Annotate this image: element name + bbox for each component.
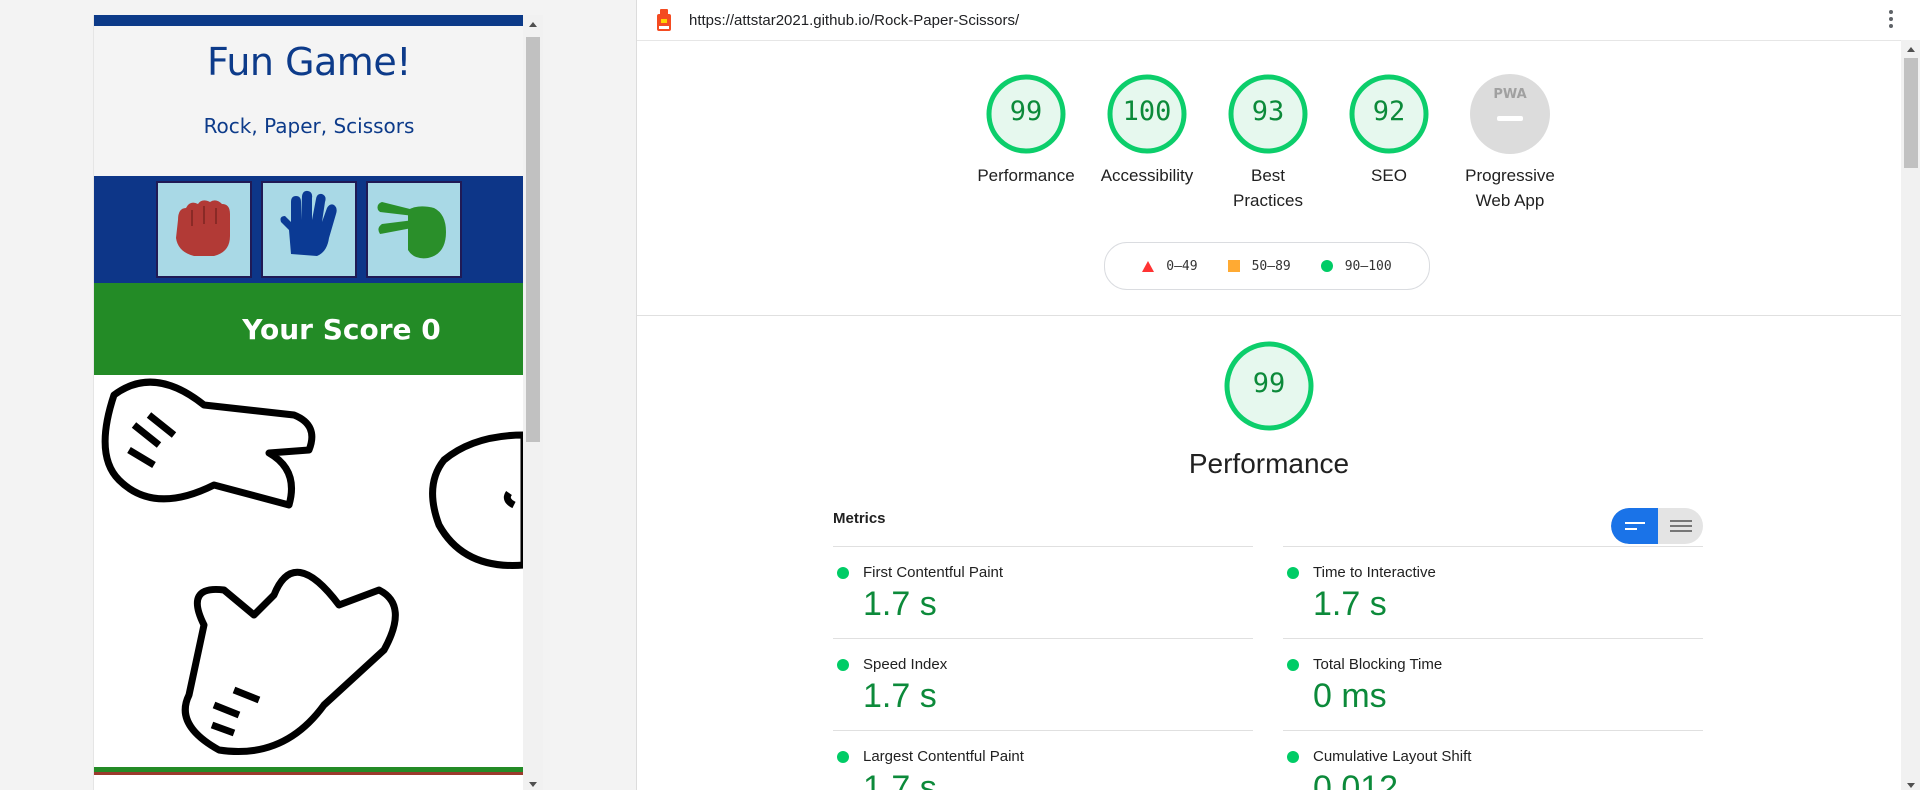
score-legend: 0–49 50–89 90–100 (1104, 242, 1430, 290)
cartoon-hands-image (101, 378, 524, 756)
metric-total-blocking-time: Total Blocking Time 0 ms (1283, 638, 1703, 729)
paper-button[interactable] (261, 181, 357, 278)
metric-value: 1.7 s (863, 585, 937, 623)
metric-name: First Contentful Paint (863, 564, 1004, 581)
gauge-score: 99 (1009, 96, 1043, 127)
pass-circle-icon (1287, 751, 1299, 763)
legend-pass: 90–100 (1320, 258, 1392, 274)
gauge-score: 100 (1122, 96, 1172, 127)
pwa-badge-text: PWA (1493, 87, 1526, 102)
hands-illustration (94, 375, 524, 775)
score-label: Your Score 0 (242, 312, 441, 346)
scroll-thumb[interactable] (1904, 58, 1918, 168)
pass-circle-icon (837, 567, 849, 579)
gauge-label: SEO (1371, 166, 1407, 185)
metric-largest-contentful-paint: Largest Contentful Paint 1.7 s (833, 730, 1253, 790)
legend-average: 50–89 (1227, 258, 1291, 274)
performance-section: 99 Performance (637, 340, 1901, 480)
compact-view-icon[interactable] (1611, 508, 1658, 544)
gauge-label: Progressive Web App (1465, 166, 1555, 210)
metric-first-contentful-paint: First Contentful Paint 1.7 s (833, 546, 1253, 637)
pass-circle-icon (837, 659, 849, 671)
gauge-accessibility[interactable]: 100 Accessibility (1087, 73, 1207, 188)
legend-fail: 0–49 (1142, 258, 1198, 274)
game-title: Fun Game! (207, 40, 411, 84)
section-divider (637, 315, 1901, 316)
gauge-best-practices[interactable]: 93 Best Practices (1208, 73, 1328, 213)
scissors-button[interactable] (366, 181, 462, 278)
gauge-score: 93 (1251, 96, 1285, 127)
preview-top-bar (94, 15, 524, 26)
pass-circle-icon (1287, 567, 1299, 579)
scissors-hand-icon (377, 201, 446, 258)
metrics-header: Metrics (833, 508, 1703, 546)
gauge-label: Accessibility (1100, 166, 1194, 185)
scroll-thumb[interactable] (526, 37, 540, 442)
score-banner: Your Score 0 (94, 283, 524, 375)
pass-circle-icon (1287, 659, 1299, 671)
pass-circle-icon (1320, 260, 1333, 272)
game-subtitle: Rock, Paper, Scissors (203, 114, 415, 138)
metric-value: 1.7 s (1313, 585, 1387, 623)
fail-triangle-icon (1142, 260, 1155, 272)
metric-name: Cumulative Layout Shift (1313, 748, 1472, 765)
scroll-up-arrow-icon[interactable] (529, 22, 537, 27)
gauge-pwa[interactable]: PWA Progressive Web App (1450, 73, 1570, 213)
metric-time-to-interactive: Time to Interactive 1.7 s (1283, 546, 1703, 637)
metrics-title: Metrics (833, 510, 886, 527)
metric-value: 0.012 (1313, 769, 1399, 790)
scroll-down-arrow-icon[interactable] (1907, 783, 1915, 788)
lighthouse-report: https://attstar2021.github.io/Rock-Paper… (636, 0, 1920, 790)
metric-name: Speed Index (863, 656, 948, 673)
metric-cumulative-layout-shift: Cumulative Layout Shift 0.012 (1283, 730, 1703, 790)
gauge-label: Performance (977, 166, 1075, 185)
report-url-bar: https://attstar2021.github.io/Rock-Paper… (637, 0, 1920, 41)
performance-title: Performance (1188, 448, 1350, 479)
performance-score: 99 (1252, 368, 1286, 399)
scroll-down-arrow-icon[interactable] (529, 782, 537, 787)
gauge-seo[interactable]: 92 SEO (1329, 73, 1449, 188)
metric-name: Largest Contentful Paint (863, 748, 1024, 765)
legend-fail-range: 0–49 (1166, 258, 1198, 274)
rock-hand-icon (176, 199, 230, 256)
metric-value: 0 ms (1313, 677, 1387, 715)
expanded-view-icon[interactable] (1658, 508, 1703, 544)
pass-circle-icon (837, 751, 849, 763)
metrics-view-toggle[interactable] (1611, 508, 1703, 544)
scroll-up-arrow-icon[interactable] (1907, 47, 1915, 52)
rock-button[interactable] (156, 181, 252, 278)
metric-value: 1.7 s (863, 677, 937, 715)
legend-average-range: 50–89 (1251, 258, 1291, 274)
more-options-icon[interactable] (1889, 10, 1893, 31)
metric-name: Time to Interactive (1313, 564, 1436, 581)
legend-pass-range: 90–100 (1344, 258, 1392, 274)
game-header: Fun Game! Rock, Paper, Scissors (94, 26, 524, 176)
gauge-performance[interactable]: 99 Performance (966, 73, 1086, 188)
mobile-preview: Fun Game! Rock, Paper, Scissors Your Sco… (93, 15, 524, 790)
report-scrollbar[interactable] (1901, 40, 1920, 790)
metric-speed-index: Speed Index 1.7 s (833, 638, 1253, 729)
preview-bottom-edge (94, 772, 524, 775)
metric-name: Total Blocking Time (1313, 656, 1443, 673)
average-square-icon (1227, 260, 1240, 272)
preview-scrollbar[interactable] (523, 15, 543, 790)
report-url[interactable]: https://attstar2021.github.io/Rock-Paper… (689, 12, 1019, 29)
gauge-label: Best Practices (1233, 166, 1303, 210)
gauge-score: 92 (1372, 96, 1406, 127)
pwa-badge-icon: PWA (1470, 74, 1550, 154)
metric-value: 1.7 s (863, 769, 937, 790)
paper-hand-icon (280, 190, 337, 256)
choice-bar (94, 176, 524, 283)
lighthouse-icon (657, 9, 671, 31)
